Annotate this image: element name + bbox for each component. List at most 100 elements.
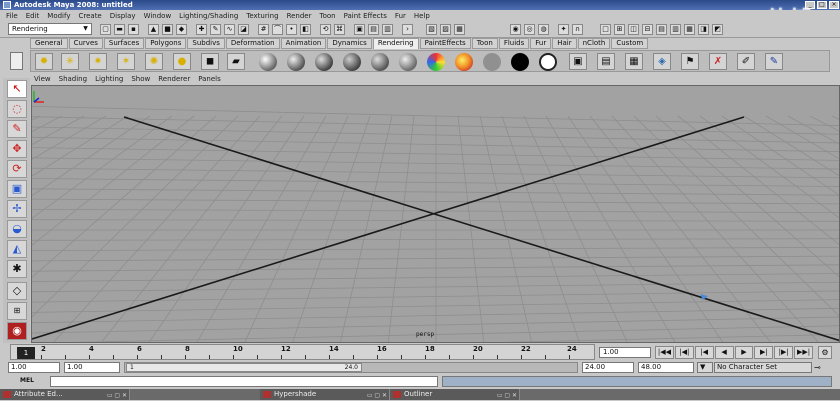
character-set-dropdown[interactable]: No Character Set (714, 362, 812, 373)
tab-polygons[interactable]: Polygons (145, 38, 187, 49)
camera-icon[interactable]: ◼ (201, 53, 219, 70)
tab-subdivs[interactable]: Subdivs (187, 38, 225, 49)
range-slider[interactable]: 1 24.0 (124, 362, 578, 373)
menu-edit[interactable]: Edit (26, 12, 40, 20)
single-perspective-layout-icon[interactable]: ◇ (7, 282, 27, 300)
tab-custom[interactable]: Custom (611, 38, 649, 49)
render-settings-color-icon[interactable]: ◎ (524, 24, 535, 35)
step-back-key-button[interactable]: |◀| (674, 346, 694, 359)
select-by-curve-icon[interactable]: ∿ (224, 24, 235, 35)
layout-hypershade-icon[interactable]: ▦ (684, 24, 695, 35)
panel-menu-lighting[interactable]: Lighting (95, 74, 123, 84)
tab-animation[interactable]: Animation (280, 38, 327, 49)
go-to-end-button[interactable]: ▶▶| (794, 346, 813, 359)
paint-select-tool-icon[interactable]: ✎ (7, 120, 27, 138)
layout-persp-icon[interactable]: ◨ (698, 24, 709, 35)
current-frame-field[interactable]: 1.00 (599, 347, 651, 358)
menu-lighting-shading[interactable]: Lighting/Shading (179, 12, 238, 20)
menu-texturing[interactable]: Texturing (246, 12, 278, 20)
snap-to-grid-icon[interactable]: # (258, 24, 269, 35)
mel-label[interactable]: MEL (20, 377, 34, 384)
snap-to-view-plane-icon[interactable]: ◧ (300, 24, 311, 35)
minimized-outliner[interactable]: Outliner ▭ ▢ ✕ (390, 389, 520, 400)
tab-ncloth[interactable]: nCloth (577, 38, 611, 49)
layered-shader-sphere-icon[interactable] (399, 53, 417, 71)
layout-single-icon[interactable]: □ (600, 24, 611, 35)
layout-graph-icon[interactable]: ▥ (670, 24, 681, 35)
move-tool-icon[interactable]: ✥ (7, 140, 27, 158)
step-back-frame-button[interactable]: |◀ (694, 346, 714, 359)
phong-sphere-icon[interactable] (315, 53, 333, 71)
tab-deformation[interactable]: Deformation (225, 38, 280, 49)
new-scene-icon[interactable]: ▢ (100, 24, 111, 35)
ambient-light-icon[interactable]: ✹ (35, 53, 53, 70)
playback-start-field[interactable]: 1.00 (64, 362, 120, 373)
step-forward-key-button[interactable]: |▶| (774, 346, 794, 359)
surface-shader-sphere-icon[interactable] (455, 53, 473, 71)
scale-tool-icon[interactable]: ▣ (7, 180, 27, 198)
universal-manipulator-icon[interactable]: ✢ (7, 200, 27, 218)
playback-end-field[interactable]: 24.00 (582, 362, 634, 373)
panel-menu-view[interactable]: View (34, 74, 51, 84)
tab-general[interactable]: General (30, 38, 68, 49)
magnet-icon[interactable]: ∩ (572, 24, 583, 35)
menu-display[interactable]: Display (110, 12, 136, 20)
menu-render[interactable]: Render (287, 12, 312, 20)
use-background-sphere-icon[interactable] (483, 53, 501, 71)
tab-fur[interactable]: Fur (530, 38, 552, 49)
menu-set-dropdown[interactable]: Rendering ▼ (8, 23, 92, 35)
character-set-chevron-icon[interactable]: ▼ (697, 362, 713, 373)
panel-menu-show[interactable]: Show (131, 74, 150, 84)
animation-end-field[interactable]: 48.00 (638, 362, 694, 373)
tab-curves[interactable]: Curves (68, 38, 103, 49)
black-sphere-icon[interactable] (511, 53, 529, 71)
disable-render-icon[interactable]: ✗ (709, 53, 727, 70)
blinn-sphere-icon[interactable] (259, 53, 277, 71)
menu-create[interactable]: Create (78, 12, 101, 20)
menu-window[interactable]: Window (144, 12, 172, 20)
hypershade-icon[interactable]: ◍ (538, 24, 549, 35)
anisotropic-sphere-icon[interactable] (371, 53, 389, 71)
spot-light-icon[interactable]: ✶ (117, 53, 135, 70)
lambert-sphere-icon[interactable] (287, 53, 305, 71)
minimized-attribute-editor[interactable]: Attribute Ed... ▭ ▢ ✕ (0, 389, 130, 400)
batch-render-icon[interactable]: ▦ (625, 53, 643, 70)
window-buttons-icon[interactable]: ▭ ▢ ✕ (367, 390, 387, 401)
history-icon[interactable]: ⟲ (320, 24, 331, 35)
lasso-tool-icon[interactable]: ◌ (7, 100, 27, 118)
render-current-frame-icon[interactable]: ▣ (354, 24, 365, 35)
camera-aim-icon[interactable]: ▰ (227, 53, 245, 70)
tab-surfaces[interactable]: Surfaces (103, 38, 145, 49)
animation-start-field[interactable]: 1.00 (8, 362, 60, 373)
panel-menu-renderer[interactable]: Renderer (158, 74, 190, 84)
show-hide-tool-settings-icon[interactable]: ▨ (440, 24, 451, 35)
panel-menu-panels[interactable]: Panels (198, 74, 221, 84)
tab-dynamics[interactable]: Dynamics (327, 38, 372, 49)
layout-four-icon[interactable]: ⊞ (614, 24, 625, 35)
tab-hair[interactable]: Hair (552, 38, 577, 49)
menu-paint-effects[interactable]: Paint Effects (344, 12, 387, 20)
paint-brush-icon[interactable]: ✐ (737, 53, 755, 70)
tab-fluids[interactable]: Fluids (498, 38, 530, 49)
window-buttons-icon[interactable]: ▭ ▢ ✕ (497, 390, 517, 401)
paint-icon[interactable]: ✦ (558, 24, 569, 35)
step-forward-frame-button[interactable]: ▶| (754, 346, 774, 359)
render-view-layout-icon[interactable]: ◉ (7, 322, 27, 340)
menu-toon[interactable]: Toon (319, 12, 335, 20)
white-outline-sphere-icon[interactable] (539, 53, 557, 71)
perspective-viewport[interactable]: persp (31, 85, 840, 343)
select-object-icon[interactable]: ■ (162, 24, 173, 35)
area-light-icon[interactable]: ✺ (145, 53, 163, 70)
point-light-icon[interactable]: ✷ (89, 53, 107, 70)
volume-light-icon[interactable]: ● (173, 53, 191, 70)
minimized-hypershade[interactable]: Hypershade ▭ ▢ ✕ (260, 389, 390, 400)
show-hide-channel-box-icon[interactable]: ▦ (454, 24, 465, 35)
phonge-sphere-icon[interactable] (343, 53, 361, 71)
render-frame-icon[interactable]: ▣ (569, 53, 587, 70)
panel-menu-shading[interactable]: Shading (59, 74, 87, 84)
shelf-menu-button[interactable] (10, 52, 23, 70)
render-globals-icon[interactable]: ⚑ (681, 53, 699, 70)
menu-file[interactable]: File (6, 12, 18, 20)
ipr-render-icon[interactable]: ▤ (368, 24, 379, 35)
tab-rendering[interactable]: Rendering (372, 38, 419, 49)
